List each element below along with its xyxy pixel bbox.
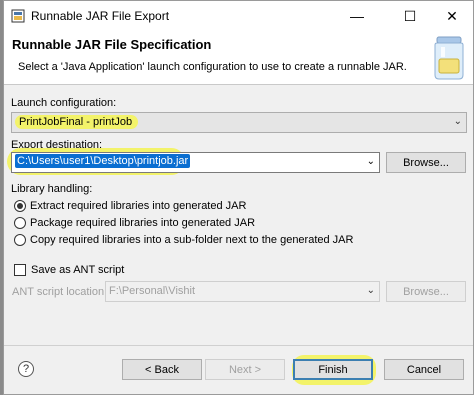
checkbox[interactable] bbox=[14, 264, 26, 276]
ant-browse-button: Browse... bbox=[386, 281, 466, 302]
chevron-down-icon[interactable]: ⌄ bbox=[367, 156, 375, 167]
library-option-package[interactable]: Package required libraries into generate… bbox=[14, 217, 255, 229]
ant-location-label: ANT script location: bbox=[12, 286, 108, 298]
export-destination-input[interactable]: C:\Users\user1\Desktop\printjob.jar ⌄ bbox=[11, 152, 380, 173]
jar-file-icon bbox=[11, 9, 25, 23]
save-ant-script-label: Save as ANT script bbox=[31, 264, 125, 276]
radio-button[interactable] bbox=[14, 217, 26, 229]
library-option-label: Extract required libraries into generate… bbox=[30, 200, 247, 212]
export-dialog: Runnable JAR File Export — ☐ ✕ Runnable … bbox=[3, 0, 474, 395]
export-browse-button[interactable]: Browse... bbox=[386, 152, 466, 173]
back-button[interactable]: < Back bbox=[122, 359, 202, 380]
radio-button[interactable] bbox=[14, 200, 26, 212]
library-option-extract[interactable]: Extract required libraries into generate… bbox=[14, 200, 246, 212]
page-description: Select a 'Java Application' launch confi… bbox=[18, 61, 407, 73]
launch-config-value-wrap: PrintJobFinal - printJob bbox=[15, 115, 139, 129]
library-option-label: Package required libraries into generate… bbox=[30, 217, 256, 229]
finish-button[interactable]: Finish bbox=[293, 359, 373, 380]
window-title: Runnable JAR File Export bbox=[31, 9, 170, 23]
help-icon[interactable]: ? bbox=[18, 361, 34, 377]
launch-config-select[interactable]: PrintJobFinal - printJob ⌄ bbox=[11, 112, 467, 133]
radio-button[interactable] bbox=[14, 234, 26, 246]
library-option-label: Copy required libraries into a sub-folde… bbox=[30, 234, 354, 246]
close-button[interactable]: ✕ bbox=[429, 1, 474, 31]
header-banner: Runnable JAR File Specification Select a… bbox=[4, 31, 473, 85]
launch-config-label: Launch configuration: bbox=[11, 97, 117, 109]
minimize-button[interactable]: — bbox=[334, 1, 380, 31]
page-title: Runnable JAR File Specification bbox=[12, 37, 212, 52]
library-option-copy[interactable]: Copy required libraries into a sub-folde… bbox=[14, 234, 353, 246]
launch-config-value: PrintJobFinal - printJob bbox=[15, 115, 139, 129]
export-destination-value-wrap: C:\Users\user1\Desktop\printjob.jar bbox=[15, 154, 191, 168]
library-handling-label: Library handling: bbox=[11, 183, 93, 195]
jar-export-icon bbox=[434, 36, 464, 80]
title-bar: Runnable JAR File Export — ☐ ✕ bbox=[4, 1, 473, 31]
next-button: Next > bbox=[205, 359, 285, 380]
maximize-button[interactable]: ☐ bbox=[387, 1, 433, 31]
cancel-button[interactable]: Cancel bbox=[384, 359, 464, 380]
ant-location-value: F:\Personal\Vishit bbox=[109, 285, 196, 297]
footer-divider bbox=[4, 345, 473, 346]
chevron-down-icon: ⌄ bbox=[453, 116, 462, 127]
save-ant-script-checkbox[interactable]: Save as ANT script bbox=[14, 264, 124, 276]
ant-location-input: F:\Personal\Vishit ⌄ bbox=[105, 281, 380, 302]
chevron-down-icon: ⌄ bbox=[366, 285, 375, 296]
export-destination-value: C:\Users\user1\Desktop\printjob.jar bbox=[15, 154, 191, 168]
